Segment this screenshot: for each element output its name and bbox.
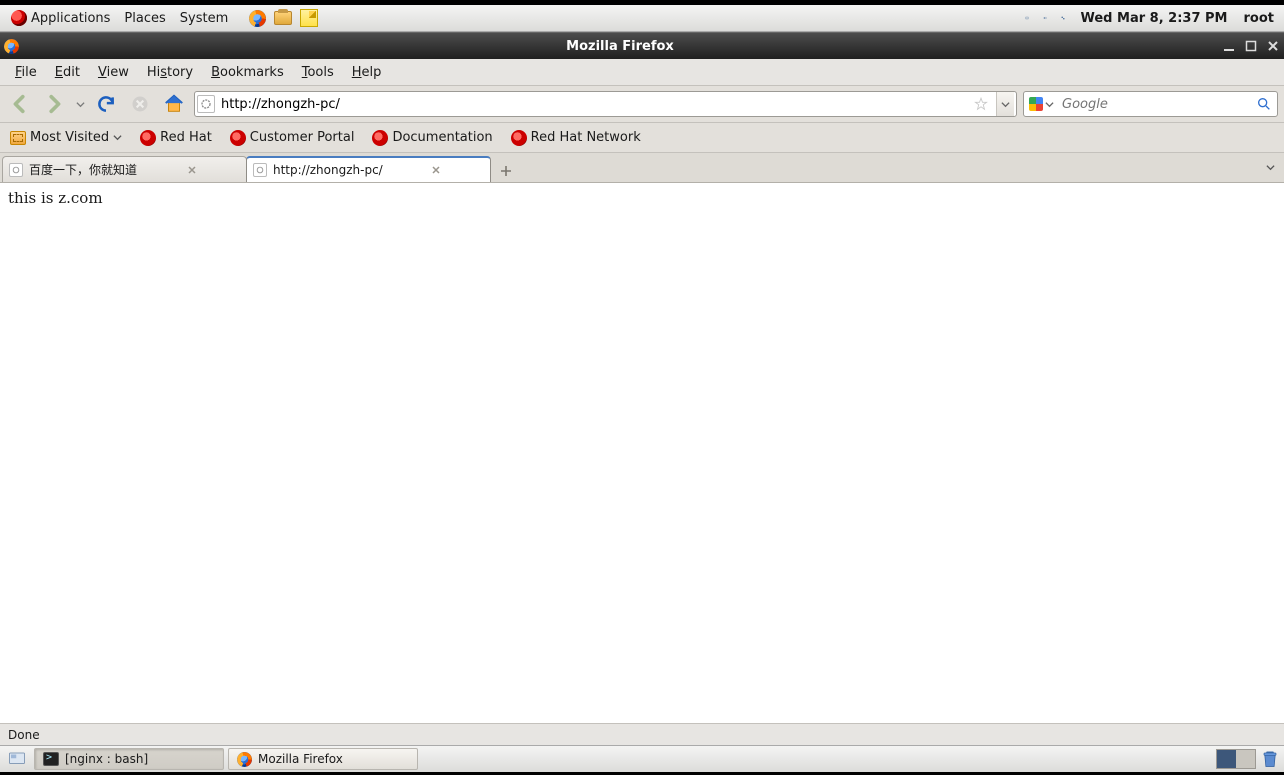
bookmark-redhat[interactable]: Red Hat xyxy=(136,128,216,148)
trash-applet[interactable] xyxy=(1260,749,1280,769)
redhat-icon xyxy=(372,130,388,146)
search-go-button[interactable] xyxy=(1253,96,1275,112)
google-icon xyxy=(1028,96,1044,112)
network-tray-icon[interactable] xyxy=(1054,5,1072,31)
applications-label: Applications xyxy=(31,11,110,26)
update-tray-icon[interactable] xyxy=(1018,5,1036,31)
bookmark-label: Red Hat Network xyxy=(531,130,641,145)
bookmark-rh-network[interactable]: Red Hat Network xyxy=(507,128,645,148)
search-bar[interactable] xyxy=(1023,91,1278,117)
redhat-icon xyxy=(511,130,527,146)
volume-tray-icon[interactable] xyxy=(1036,5,1054,31)
tab-label: http://zhongzh-pc/ xyxy=(273,163,423,177)
reload-button[interactable] xyxy=(92,90,120,118)
task-label: Mozilla Firefox xyxy=(258,752,343,766)
menu-history[interactable]: History xyxy=(138,62,202,83)
most-visited-icon xyxy=(10,131,26,145)
forward-button[interactable] xyxy=(40,90,68,118)
redhat-icon xyxy=(140,130,156,146)
search-input[interactable] xyxy=(1060,96,1249,113)
show-desktop-button[interactable] xyxy=(4,751,30,767)
home-button[interactable] xyxy=(160,90,188,118)
bookmark-label: Documentation xyxy=(392,130,492,145)
bookmark-documentation[interactable]: Documentation xyxy=(368,128,496,148)
places-label: Places xyxy=(124,11,165,26)
window-title: Mozilla Firefox xyxy=(22,39,1218,54)
back-button[interactable] xyxy=(6,90,34,118)
window-titlebar: Mozilla Firefox xyxy=(0,32,1284,59)
url-bar[interactable] xyxy=(194,91,1017,117)
stop-button[interactable] xyxy=(126,90,154,118)
applications-menu[interactable]: Applications xyxy=(4,5,117,31)
tab-label: 百度一下，你就知道 xyxy=(29,161,179,178)
tab-close-icon[interactable] xyxy=(429,163,443,177)
workspace-switcher[interactable] xyxy=(1216,749,1256,769)
tab-favicon xyxy=(253,163,267,177)
page-body-text: this is z.com xyxy=(8,189,103,207)
navigation-toolbar xyxy=(0,86,1284,123)
menu-help[interactable]: Help xyxy=(343,62,391,83)
bookmark-label: Red Hat xyxy=(160,130,212,145)
package-updater-launcher[interactable] xyxy=(270,5,296,31)
page-content: this is z.com xyxy=(0,183,1284,723)
new-tab-button[interactable] xyxy=(494,160,518,182)
task-firefox[interactable]: Mozilla Firefox xyxy=(228,748,418,770)
firefox-icon xyxy=(237,752,252,767)
window-maximize-button[interactable] xyxy=(1240,36,1262,56)
window-close-button[interactable] xyxy=(1262,36,1284,56)
terminal-icon xyxy=(43,752,59,766)
firefox-menubar: File Edit View History Bookmarks Tools H… xyxy=(0,59,1284,86)
window-firefox-icon xyxy=(4,39,19,54)
bookmark-label: Customer Portal xyxy=(250,130,355,145)
tab-zhongzh[interactable]: http://zhongzh-pc/ xyxy=(246,156,491,182)
firefox-launcher[interactable] xyxy=(245,5,270,31)
screen: Applications Places System Wed Mar 8, 2:… xyxy=(0,0,1284,775)
tab-favicon xyxy=(9,163,23,177)
menu-view[interactable]: View xyxy=(89,62,138,83)
redhat-icon xyxy=(230,130,246,146)
system-label: System xyxy=(180,11,228,26)
tab-strip: 百度一下，你就知道 http://zhongzh-pc/ xyxy=(0,153,1284,183)
sticky-note-icon xyxy=(300,9,318,27)
redhat-logo-icon xyxy=(11,10,27,26)
bookmark-customer-portal[interactable]: Customer Portal xyxy=(226,128,359,148)
bookmarks-toolbar: Most Visited Red Hat Customer Portal Doc… xyxy=(0,123,1284,153)
search-engine-selector[interactable] xyxy=(1026,96,1056,112)
system-menu[interactable]: System xyxy=(173,5,235,31)
places-menu[interactable]: Places xyxy=(117,5,172,31)
url-history-dropdown[interactable] xyxy=(996,92,1014,116)
bookmark-star-icon[interactable] xyxy=(970,97,992,111)
panel-user[interactable]: root xyxy=(1236,11,1281,26)
panel-clock[interactable]: Wed Mar 8, 2:37 PM xyxy=(1072,11,1235,26)
url-input[interactable] xyxy=(219,97,966,112)
all-tabs-dropdown[interactable] xyxy=(1260,157,1280,177)
task-nginx-bash[interactable]: [nginx : bash] xyxy=(34,748,224,770)
window-minimize-button[interactable] xyxy=(1218,36,1240,56)
status-bar: Done xyxy=(0,723,1284,745)
tab-baidu[interactable]: 百度一下，你就知道 xyxy=(2,156,247,182)
firefox-icon xyxy=(249,10,266,27)
most-visited-button[interactable]: Most Visited xyxy=(6,128,126,147)
menu-tools[interactable]: Tools xyxy=(293,62,343,83)
menu-file[interactable]: File xyxy=(6,62,46,83)
most-visited-label: Most Visited xyxy=(30,130,109,145)
nav-history-dropdown[interactable] xyxy=(74,90,86,118)
task-label: [nginx : bash] xyxy=(65,752,148,766)
status-text: Done xyxy=(8,728,40,742)
gnome-bottom-panel: [nginx : bash] Mozilla Firefox xyxy=(0,745,1284,772)
menu-edit[interactable]: Edit xyxy=(46,62,89,83)
gnome-top-panel: Applications Places System Wed Mar 8, 2:… xyxy=(0,5,1284,32)
menu-bookmarks[interactable]: Bookmarks xyxy=(202,62,293,83)
package-icon xyxy=(274,11,292,25)
notes-launcher[interactable] xyxy=(296,5,322,31)
tab-close-icon[interactable] xyxy=(185,163,199,177)
site-favicon xyxy=(197,95,215,113)
